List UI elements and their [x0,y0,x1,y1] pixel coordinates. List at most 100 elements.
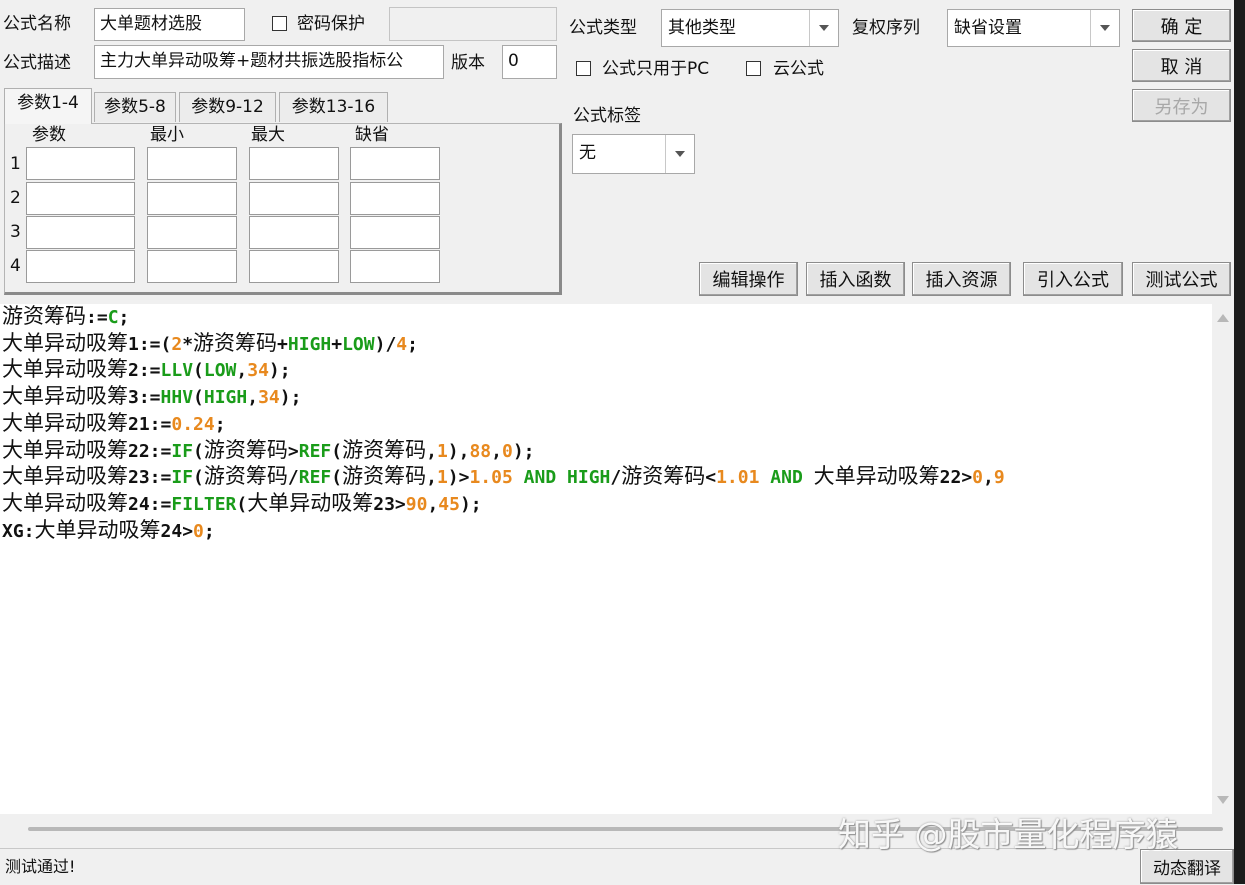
scroll-down-icon[interactable] [1217,796,1229,804]
version-input[interactable]: 0 [502,45,557,79]
tab-params-9-12[interactable]: 参数9-12 [179,92,276,122]
code-token: 大单异动吸筹 [2,330,128,355]
code-line[interactable]: XG:大单异动吸筹24>0; [2,518,1212,545]
chevron-down-icon[interactable] [665,135,694,173]
cancel-button[interactable]: 取 消 [1132,49,1231,82]
param-4-min-input[interactable] [147,250,237,283]
code-token: 2:= [128,360,161,382]
code-token: 22:= [128,440,172,462]
formula-type-select[interactable]: 其他类型 [661,9,839,47]
param-2-min-input[interactable] [147,182,237,215]
code-token: 4 [396,333,408,355]
code-token: ); [459,493,482,515]
formula-type-label: 公式类型 [569,18,637,38]
chevron-down-icon[interactable] [809,10,838,46]
formula-name-input[interactable]: 大单题材选股 [94,8,245,41]
code-token: 22> [939,467,973,489]
param-1-default-input[interactable] [350,147,440,180]
code-token: ( [193,467,204,489]
ok-button[interactable]: 确 定 [1132,9,1231,42]
code-token: 游资筹码 [193,330,278,355]
param-4-name-input[interactable] [26,250,135,283]
param-1-min-input[interactable] [147,147,237,180]
code-token: , [426,440,437,462]
param-4-max-input[interactable] [249,250,339,283]
code-token: AND [770,467,803,489]
code-token: 大单异动吸筹 [247,490,374,515]
code-line[interactable]: 大单异动吸筹24:=FILTER(大单异动吸筹23>90,45); [2,491,1212,518]
code-token: 23> [373,493,406,515]
params-panel: 参数 最小 最大 缺省 1 2 3 4 [4,123,562,295]
code-text[interactable]: 游资筹码:=C; 大单异动吸筹1:=(2*游资筹码+HIGH+LOW)/4; 大单异… [0,304,1212,544]
formula-tag-select[interactable]: 无 [572,134,695,174]
tab-params-1-4[interactable]: 参数1-4 [4,88,92,124]
pc-only-checkbox[interactable] [576,61,591,76]
code-token: / [610,467,622,489]
code-token: 34 [247,360,269,382]
code-line[interactable]: 大单异动吸筹21:=0.24; [2,411,1212,438]
code-token: )> [447,467,470,489]
tab-params-5-8[interactable]: 参数5-8 [94,92,176,122]
code-token: := [86,307,108,328]
param-3-min-input[interactable] [147,216,237,249]
param-3-max-input[interactable] [249,216,339,249]
code-token: 45 [438,493,460,515]
param-3-name-input[interactable] [26,216,135,249]
code-token: 大单异动吸筹 [2,464,128,489]
import-formula-button[interactable]: 引入公式 [1023,262,1123,296]
formula-name-label: 公式名称 [3,14,71,34]
code-editor[interactable]: 游资筹码:=C; 大单异动吸筹1:=(2*游资筹码+HIGH+LOW)/4; 大单异… [0,304,1212,814]
code-line[interactable]: 大单异动吸筹1:=(2*游资筹码+HIGH+LOW)/4; [2,331,1212,358]
code-token: ; [407,333,418,355]
param-3-default-input[interactable] [350,216,440,249]
code-line[interactable]: 大单异动吸筹23:=IF(游资筹码/REF(游资筹码,1)>1.05 AND H… [2,464,1212,491]
code-token: IF [171,440,194,462]
code-token: , [236,360,248,382]
code-token: LOW [203,360,237,382]
window-edge [1234,0,1245,884]
code-token: 大单异动吸筹 [34,517,161,542]
code-token: ); [268,360,291,382]
param-1-name-input[interactable] [26,147,135,180]
code-line[interactable]: 游资筹码:=C; [2,304,1212,331]
status-text: 测试通过! [5,857,76,876]
formula-tag-value: 无 [579,143,596,163]
chevron-down-icon[interactable] [1090,10,1119,46]
param-2-default-input[interactable] [350,182,440,215]
vertical-scrollbar[interactable] [1212,304,1234,814]
code-line[interactable]: 大单异动吸筹2:=LLV(LOW,34); [2,357,1212,384]
formula-tag-label: 公式标签 [573,106,641,126]
code-token: 游资筹码 [342,437,427,462]
code-token: 0 [193,520,204,542]
formula-desc-label: 公式描述 [3,53,71,73]
code-token: LLV [160,360,194,382]
edit-operations-button[interactable]: 编辑操作 [699,262,798,296]
test-formula-button[interactable]: 测试公式 [1132,262,1231,296]
param-2-name-input[interactable] [26,182,135,215]
save-as-button[interactable]: 另存为 [1132,89,1231,122]
param-header-max: 最大 [251,125,285,145]
scroll-up-icon[interactable] [1217,314,1229,322]
code-token: 1.05 [469,467,513,489]
param-4-default-input[interactable] [350,250,440,283]
code-token: ( [193,360,204,382]
code-token: ( [331,467,343,489]
tab-params-13-16[interactable]: 参数13-16 [279,92,388,122]
code-token: 9 [993,467,1005,489]
param-header-name: 参数 [32,125,66,145]
watermark: 知乎 @股市量化程序猿 [838,815,1179,854]
param-2-max-input[interactable] [249,182,339,215]
insert-function-button[interactable]: 插入函数 [806,262,905,296]
code-line[interactable]: 大单异动吸筹3:=HHV(HIGH,34); [2,384,1212,411]
insert-resource-button[interactable]: 插入资源 [912,262,1011,296]
code-token: HIGH [203,387,248,409]
formula-desc-input[interactable]: 主力大单异动吸筹+题材共振选股指标公 [94,45,444,79]
code-token: HIGH [567,467,611,489]
param-1-max-input[interactable] [249,147,339,180]
adjust-series-select[interactable]: 缺省设置 [947,9,1120,47]
cloud-formula-checkbox[interactable] [746,61,761,76]
password-protect-checkbox[interactable] [272,16,287,31]
code-line[interactable]: 大单异动吸筹22:=IF(游资筹码>REF(游资筹码,1),88,0); [2,438,1212,465]
password-input[interactable] [389,7,557,41]
